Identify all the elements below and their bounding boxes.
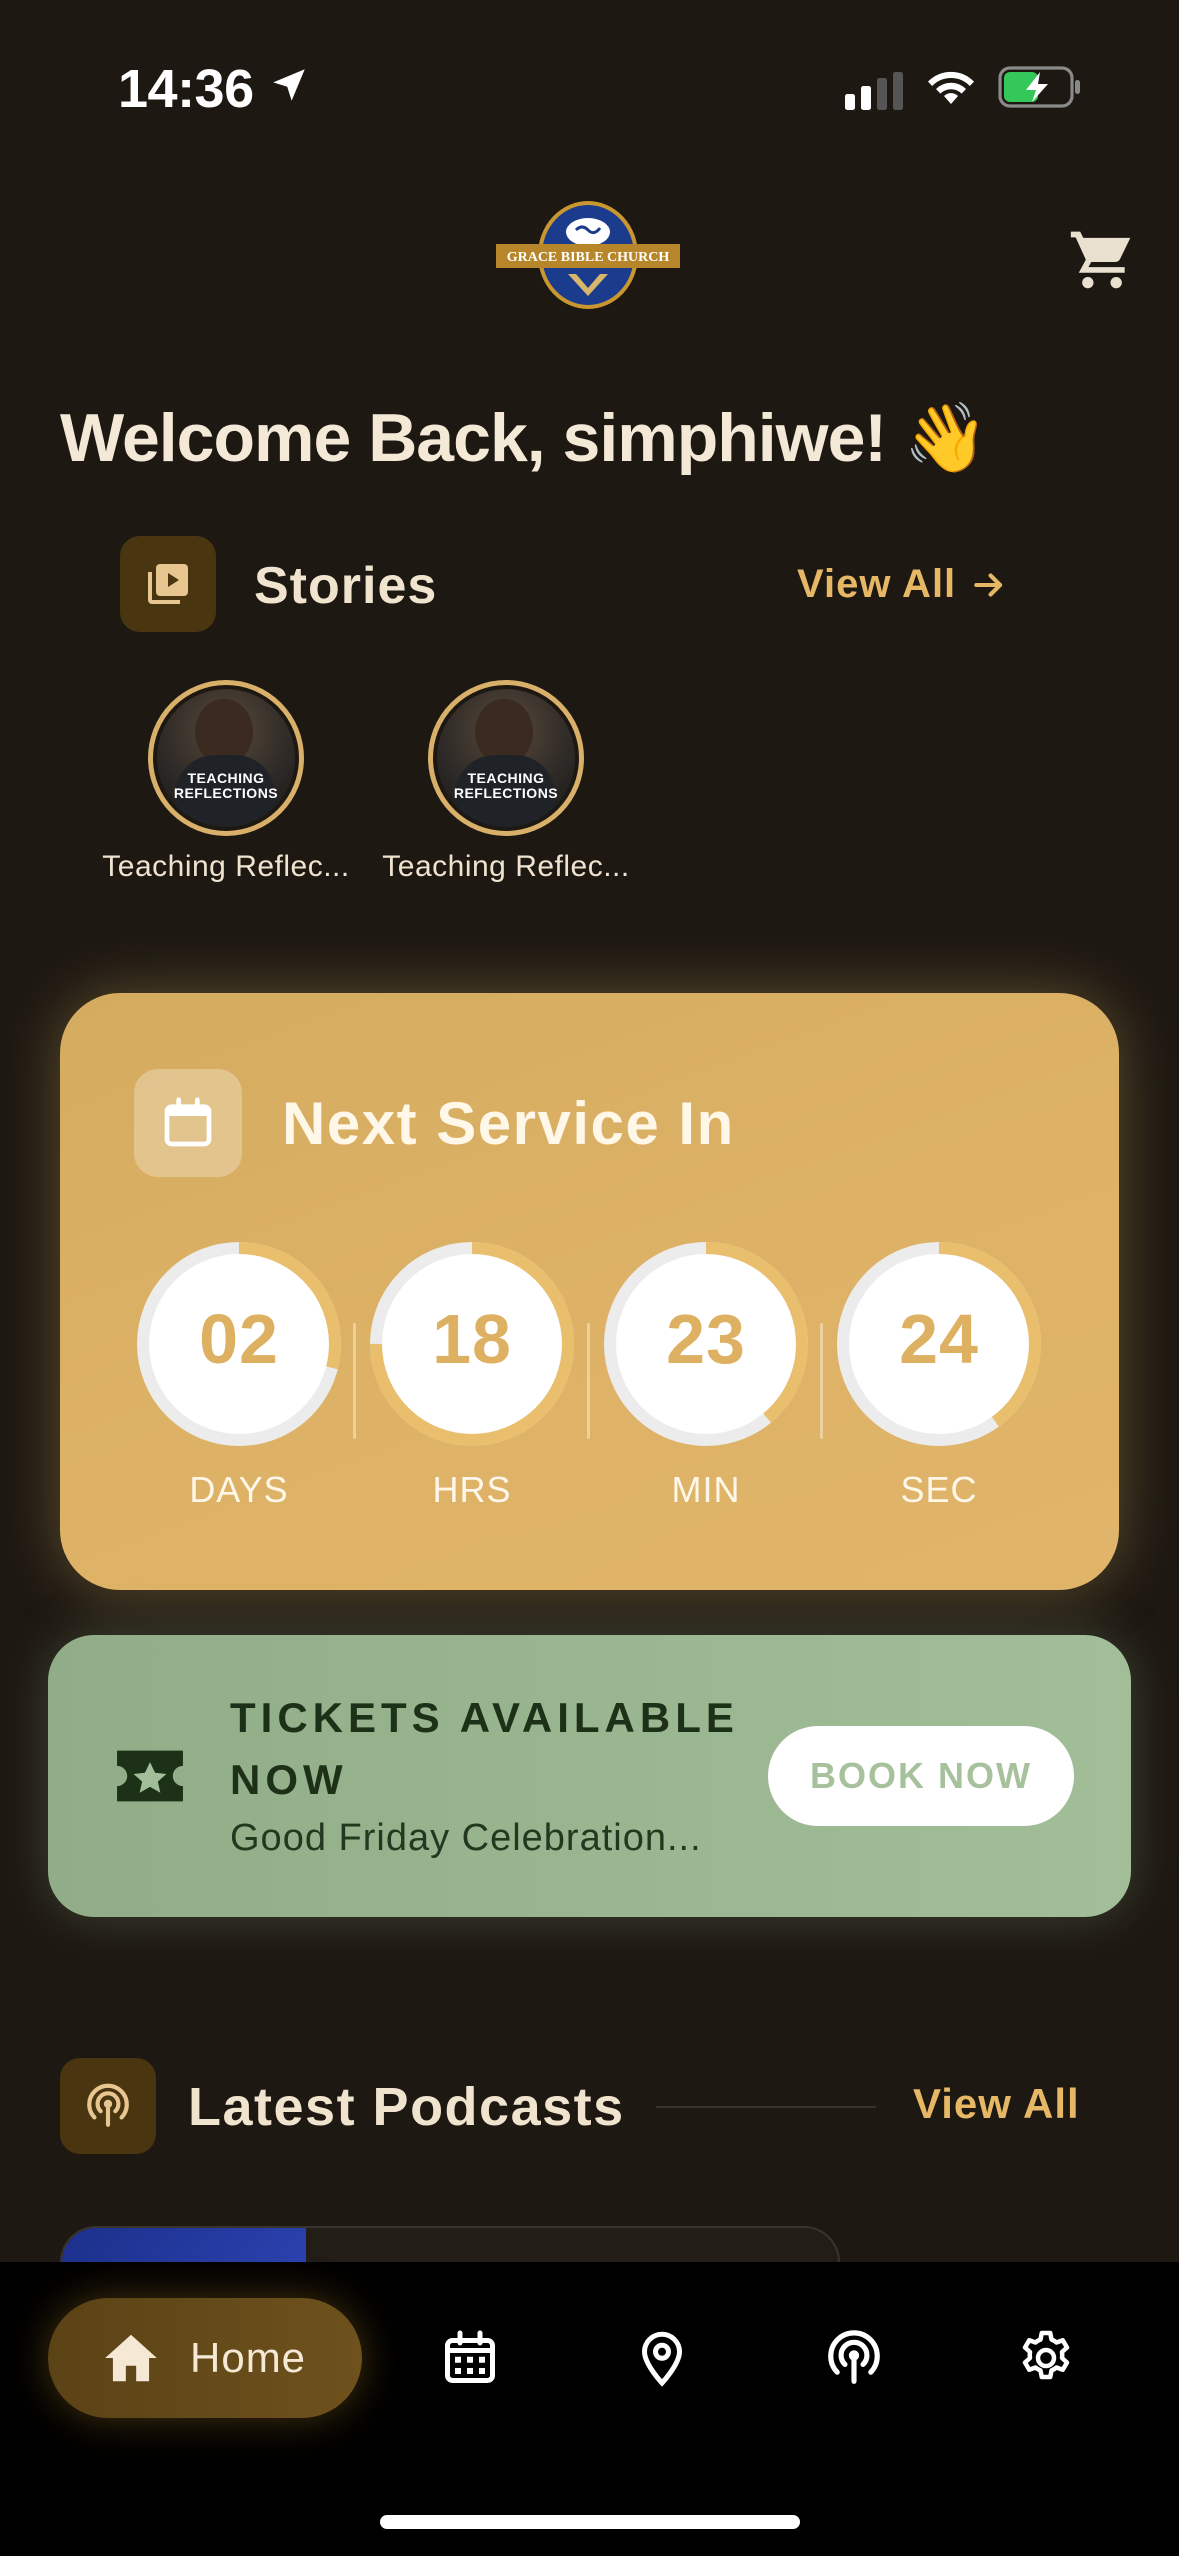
home-indicator	[380, 2515, 800, 2529]
countdown-divider	[587, 1323, 590, 1439]
video-library-icon	[148, 564, 188, 604]
stories-view-all-link[interactable]: View All	[797, 562, 1008, 607]
battery-icon	[998, 66, 1080, 108]
story-label: Teaching Reflec...	[102, 850, 350, 883]
countdown-hours: 18 HRS	[369, 1241, 575, 1511]
podcasts-icon-box	[60, 2058, 156, 2154]
stories-icon-box	[120, 536, 216, 632]
tab-podcasts[interactable]	[818, 2322, 890, 2394]
countdown-seconds: 24 SEC	[836, 1241, 1042, 1511]
calendar-icon	[445, 2330, 495, 2383]
tickets-event-name: Good Friday Celebration...	[230, 1817, 702, 1859]
podcasts-title: Latest Podcasts	[188, 2077, 625, 2137]
story-tag: TEACHING REFLECTIONS	[453, 770, 559, 801]
tab-home-label: Home	[190, 2334, 307, 2381]
next-service-title: Next Service In	[282, 1090, 735, 1157]
location-icon	[641, 2331, 683, 2387]
countdown-label: HRS	[432, 1469, 512, 1510]
tab-settings[interactable]	[1010, 2322, 1082, 2394]
countdown-value: 23	[666, 1300, 746, 1378]
cart-icon[interactable]	[1068, 226, 1136, 294]
countdown-value: 02	[199, 1300, 279, 1378]
story-item[interactable]: TEACHING REFLECTIONS Teaching Reflec...	[366, 680, 646, 884]
countdown-value: 18	[432, 1300, 512, 1378]
logo-text: GRACE BIBLE CHURCH	[507, 250, 670, 265]
podcast-icon	[828, 2330, 880, 2384]
cellular-signal-icon	[845, 72, 903, 110]
countdown-label: DAYS	[189, 1469, 289, 1510]
countdown-divider	[353, 1323, 356, 1439]
settings-icon	[1022, 2330, 1070, 2380]
tab-home[interactable]: Home	[48, 2298, 362, 2418]
story-avatar: TEACHING REFLECTIONS	[428, 680, 584, 836]
countdown-minutes: 23 MIN	[603, 1241, 809, 1511]
calendar-icon	[164, 1097, 212, 1147]
wifi-icon	[928, 71, 974, 104]
story-tag: TEACHING REFLECTIONS	[173, 770, 279, 801]
status-bar: 14:36	[0, 0, 1179, 175]
countdown-days: 02 DAYS	[136, 1241, 342, 1511]
tab-bar: Home	[0, 2262, 1179, 2556]
tab-events[interactable]	[434, 2322, 506, 2394]
ticket-icon	[117, 1750, 183, 1802]
welcome-heading: Welcome Back, simphiwe! 👋	[60, 400, 989, 476]
home-icon	[105, 2334, 157, 2382]
podcasts-view-all-link[interactable]: View All	[913, 2080, 1080, 2128]
podcast-icon	[87, 2083, 129, 2127]
stories-view-all-label: View All	[797, 562, 957, 606]
stories-title: Stories	[254, 557, 438, 615]
podcasts-divider	[656, 2106, 876, 2108]
countdown-divider	[820, 1323, 823, 1439]
story-item[interactable]: TEACHING REFLECTIONS Teaching Reflec...	[86, 680, 366, 884]
book-now-button[interactable]: BOOK NOW	[768, 1726, 1074, 1826]
countdown-label: SEC	[900, 1469, 978, 1510]
story-label: Teaching Reflec...	[382, 850, 630, 883]
tab-location[interactable]	[626, 2322, 698, 2394]
countdown-label: MIN	[671, 1469, 741, 1510]
status-time: 14:36	[118, 59, 254, 119]
arrow-right-icon	[974, 572, 1003, 597]
next-service-card: Next Service In 02 DAYS 18 HRS 23 MIN 24…	[60, 993, 1119, 1590]
countdown-value: 24	[899, 1300, 979, 1378]
tickets-title: TICKETS AVAILABLE NOW	[230, 1694, 739, 1803]
service-calendar-box	[134, 1069, 242, 1177]
story-avatar: TEACHING REFLECTIONS	[148, 680, 304, 836]
location-arrow-icon	[273, 69, 305, 101]
church-logo: GRACE BIBLE CHURCH	[496, 200, 680, 310]
tickets-banner[interactable]: TICKETS AVAILABLE NOW Good Friday Celebr…	[48, 1635, 1131, 1917]
